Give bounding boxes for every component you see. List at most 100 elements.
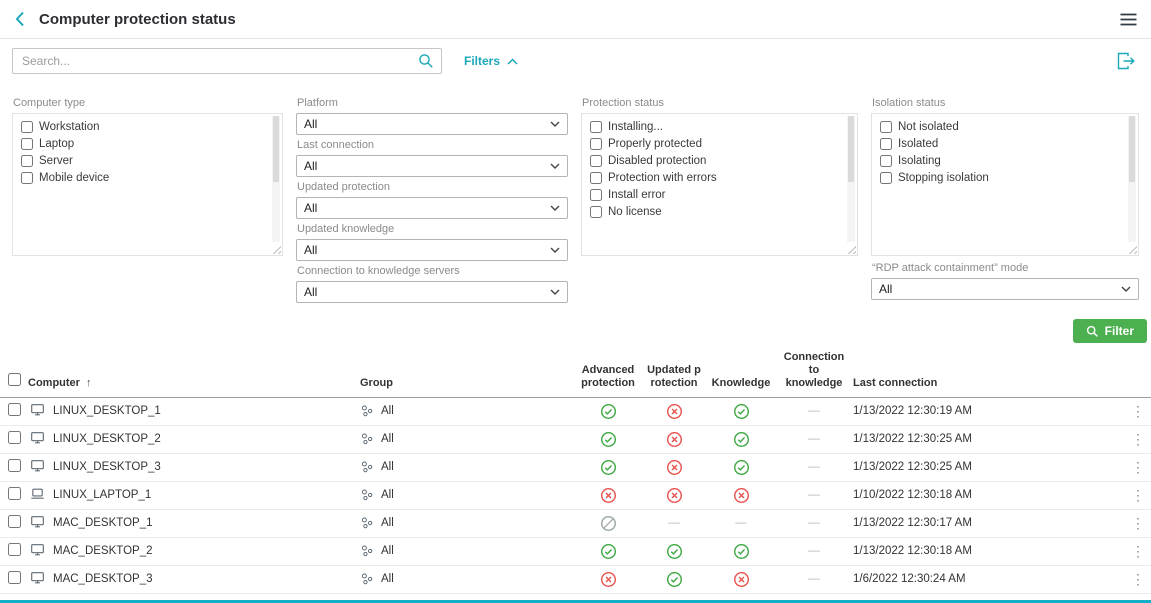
row-checkbox[interactable] bbox=[8, 459, 21, 472]
column-advanced-protection[interactable]: Advanced protection bbox=[575, 364, 641, 390]
device-icon bbox=[30, 542, 45, 560]
row-menu-button[interactable]: ⋮ bbox=[1125, 432, 1151, 446]
x-circle-icon bbox=[666, 487, 683, 504]
scrollbar-thumb[interactable] bbox=[273, 116, 279, 182]
row-checkbox[interactable] bbox=[8, 543, 21, 556]
filter-option[interactable]: Not isolated bbox=[880, 121, 1118, 133]
platform-select[interactable]: All bbox=[296, 113, 568, 135]
checkbox[interactable] bbox=[590, 172, 602, 184]
resize-handle[interactable] bbox=[272, 245, 281, 254]
row-menu-button[interactable]: ⋮ bbox=[1125, 516, 1151, 530]
topbar: Computer protection status bbox=[0, 0, 1151, 39]
sort-ascending-icon[interactable]: ↑ bbox=[86, 377, 92, 390]
checkbox[interactable] bbox=[880, 121, 892, 133]
filter-option[interactable]: Install error bbox=[590, 189, 837, 201]
row-checkbox[interactable] bbox=[8, 487, 21, 500]
advanced-protection-status bbox=[575, 571, 641, 588]
filter-option[interactable]: Stopping isolation bbox=[880, 172, 1118, 184]
row-menu-button[interactable]: ⋮ bbox=[1125, 544, 1151, 558]
desktop-icon bbox=[30, 430, 45, 445]
checkbox[interactable] bbox=[590, 189, 602, 201]
checkbox[interactable] bbox=[21, 138, 33, 150]
column-last-connection[interactable]: Last connection bbox=[853, 377, 1125, 390]
row-menu-button[interactable]: ⋮ bbox=[1125, 488, 1151, 502]
filter-option[interactable]: Isolating bbox=[880, 155, 1118, 167]
updated-protection-status bbox=[641, 459, 707, 476]
search-icon[interactable] bbox=[418, 53, 434, 74]
search-icon bbox=[1086, 325, 1099, 338]
filter-button[interactable]: Filter bbox=[1073, 319, 1147, 343]
filter-option[interactable]: Disabled protection bbox=[590, 155, 837, 167]
updated-protection-select[interactable]: All bbox=[296, 197, 568, 219]
checkbox[interactable] bbox=[21, 121, 33, 133]
resize-handle[interactable] bbox=[847, 245, 856, 254]
connection-to-knowledge-status: — bbox=[775, 517, 853, 529]
desktop-icon bbox=[30, 402, 45, 417]
checkbox[interactable] bbox=[880, 172, 892, 184]
export-icon[interactable] bbox=[1117, 52, 1136, 70]
advanced-protection-status bbox=[575, 403, 641, 420]
search-box bbox=[12, 48, 442, 74]
row-menu-button[interactable]: ⋮ bbox=[1125, 404, 1151, 418]
computer-name[interactable]: MAC_DESKTOP_2 bbox=[53, 545, 153, 557]
filter-option[interactable]: Installing... bbox=[590, 121, 837, 133]
resize-handle[interactable] bbox=[1128, 245, 1137, 254]
checkbox[interactable] bbox=[590, 155, 602, 167]
rdp-attack-containment-select[interactable]: All bbox=[871, 278, 1139, 300]
scrollbar[interactable] bbox=[272, 116, 280, 242]
filter-option[interactable]: Protection with errors bbox=[590, 172, 837, 184]
row-menu-button[interactable]: ⋮ bbox=[1125, 460, 1151, 474]
computer-name[interactable]: LINUX_DESKTOP_3 bbox=[53, 461, 161, 473]
column-updated-protection[interactable]: Updated protection bbox=[641, 364, 707, 390]
filter-label: Last connection bbox=[297, 139, 568, 152]
filter-option-label: Mobile device bbox=[39, 172, 109, 184]
updated-knowledge-select[interactable]: All bbox=[296, 239, 568, 261]
computer-name[interactable]: LINUX_LAPTOP_1 bbox=[53, 489, 151, 501]
table-row: LINUX_LAPTOP_1 All — 1/10/2022 12:30:18 … bbox=[0, 482, 1151, 510]
row-menu-button[interactable]: ⋮ bbox=[1125, 572, 1151, 586]
checkbox[interactable] bbox=[590, 138, 602, 150]
scrollbar[interactable] bbox=[847, 116, 855, 242]
column-group[interactable]: Group bbox=[360, 377, 575, 390]
column-knowledge[interactable]: Knowledge bbox=[707, 377, 775, 390]
row-checkbox[interactable] bbox=[8, 571, 21, 584]
row-checkbox[interactable] bbox=[8, 403, 21, 416]
select-all-checkbox[interactable] bbox=[8, 373, 21, 386]
scrollbar[interactable] bbox=[1128, 116, 1136, 242]
filter-option[interactable]: Laptop bbox=[21, 138, 262, 150]
checkbox[interactable] bbox=[590, 121, 602, 133]
hamburger-menu-icon[interactable] bbox=[1120, 13, 1137, 26]
scrollbar-thumb[interactable] bbox=[1129, 116, 1135, 182]
filter-option[interactable]: Mobile device bbox=[21, 172, 262, 184]
x-circle-icon bbox=[733, 487, 750, 504]
checkbox[interactable] bbox=[880, 138, 892, 150]
last-connection-select[interactable]: All bbox=[296, 155, 568, 177]
computer-name[interactable]: LINUX_DESKTOP_2 bbox=[53, 433, 161, 445]
last-connection: 1/6/2022 12:30:24 AM bbox=[853, 573, 1125, 585]
connection-to-knowledge-servers-select[interactable]: All bbox=[296, 281, 568, 303]
filter-option[interactable]: Workstation bbox=[21, 121, 262, 133]
filter-option-label: Properly protected bbox=[608, 138, 702, 150]
back-button[interactable] bbox=[14, 10, 26, 28]
filter-option[interactable]: No license bbox=[590, 206, 837, 218]
checkbox[interactable] bbox=[21, 172, 33, 184]
scrollbar-thumb[interactable] bbox=[848, 116, 854, 182]
checkbox[interactable] bbox=[880, 155, 892, 167]
computer-name[interactable]: MAC_DESKTOP_1 bbox=[53, 517, 153, 529]
chevron-down-icon bbox=[550, 289, 560, 295]
filter-option[interactable]: Server bbox=[21, 155, 262, 167]
row-checkbox[interactable] bbox=[8, 515, 21, 528]
column-connection-to-knowledge[interactable]: Connection to knowledge bbox=[775, 351, 853, 391]
filters-toggle[interactable]: Filters bbox=[464, 54, 518, 68]
checkbox[interactable] bbox=[590, 206, 602, 218]
last-connection: 1/13/2022 12:30:18 AM bbox=[853, 545, 1125, 557]
filter-option[interactable]: Isolated bbox=[880, 138, 1118, 150]
computer-name[interactable]: LINUX_DESKTOP_1 bbox=[53, 405, 161, 417]
column-computer[interactable]: Computer ↑ bbox=[28, 377, 360, 390]
computer-name[interactable]: MAC_DESKTOP_3 bbox=[53, 573, 153, 585]
knowledge-status bbox=[707, 459, 775, 476]
checkbox[interactable] bbox=[21, 155, 33, 167]
row-checkbox[interactable] bbox=[8, 431, 21, 444]
search-input[interactable] bbox=[12, 48, 442, 74]
filter-option[interactable]: Properly protected bbox=[590, 138, 837, 150]
